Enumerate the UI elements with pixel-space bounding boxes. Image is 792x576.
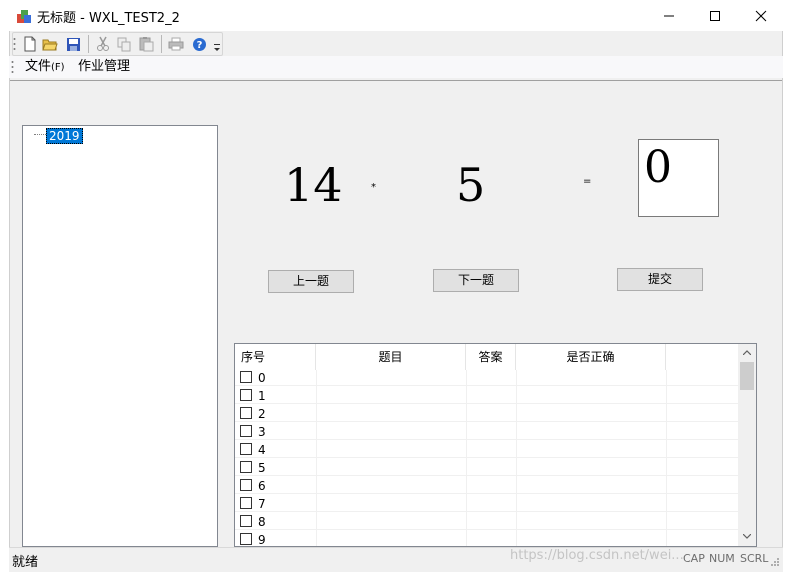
copy-icon	[117, 37, 130, 51]
print-icon	[168, 37, 184, 51]
row-index: 9	[258, 533, 266, 547]
new-file-button[interactable]	[21, 35, 39, 53]
row-index: 7	[258, 497, 266, 511]
column-header-empty[interactable]	[666, 344, 738, 370]
toolbar-separator	[88, 35, 89, 53]
window-title: 无标题 - WXL_TEST2_2	[37, 11, 180, 26]
background-window-edge-right	[783, 0, 792, 576]
row-divider	[235, 457, 738, 458]
prev-question-button[interactable]: 上一题	[268, 270, 354, 293]
row-index: 3	[258, 425, 266, 439]
submit-button[interactable]: 提交	[617, 268, 703, 291]
scrl-indicator: SCRL	[740, 552, 769, 565]
menubar-grip[interactable]	[11, 59, 14, 75]
resize-grip-icon	[771, 558, 779, 566]
row-divider	[235, 421, 738, 422]
row-index: 1	[258, 389, 266, 403]
save-icon	[66, 37, 80, 51]
cap-indicator: CAP	[683, 552, 705, 565]
svg-text:?: ?	[196, 40, 202, 51]
paste-icon	[139, 37, 153, 52]
copy-button[interactable]	[115, 35, 133, 53]
row-divider	[235, 511, 738, 512]
operand-2: 5	[456, 158, 486, 212]
row-index: 6	[258, 479, 266, 493]
toolbar-grip[interactable]	[13, 36, 16, 52]
scrollbar-thumb[interactable]	[740, 362, 754, 390]
operand-1: 14	[284, 158, 343, 212]
minimize-icon	[664, 15, 674, 16]
row-divider	[235, 439, 738, 440]
tree-node-2019[interactable]: 2019	[46, 128, 83, 144]
toolbar-separator	[161, 35, 162, 53]
save-button[interactable]	[64, 35, 82, 53]
column-divider	[666, 370, 667, 546]
help-icon: ?	[192, 37, 206, 51]
row-divider	[235, 403, 738, 404]
row-checkbox[interactable]	[240, 389, 252, 401]
column-header-index[interactable]: 序号	[235, 344, 316, 370]
maximize-button[interactable]	[692, 0, 738, 31]
maximize-icon	[710, 10, 720, 21]
print-button[interactable]	[167, 35, 185, 53]
tree-view[interactable]	[22, 125, 218, 547]
close-button[interactable]	[738, 0, 784, 31]
status-text: 就绪	[12, 555, 39, 570]
column-header-answer[interactable]: 答案	[466, 344, 516, 370]
row-checkbox[interactable]	[240, 443, 252, 455]
menu-file[interactable]: 文件(F)	[25, 57, 65, 77]
scroll-down-button[interactable]	[738, 528, 756, 545]
menu-file-label: 文件	[25, 59, 52, 74]
num-indicator: NUM	[709, 552, 735, 565]
row-divider	[235, 475, 738, 476]
scroll-up-button[interactable]	[738, 344, 756, 361]
row-checkbox[interactable]	[240, 533, 252, 545]
help-button[interactable]: ?	[190, 35, 208, 53]
resize-grip[interactable]	[770, 556, 780, 566]
row-checkbox[interactable]	[240, 407, 252, 419]
equals-sign: =	[583, 176, 592, 187]
app-icon[interactable]	[15, 7, 33, 25]
row-divider	[235, 385, 738, 386]
results-list[interactable]	[234, 343, 757, 547]
row-index: 4	[258, 443, 266, 457]
minimize-button[interactable]	[646, 0, 692, 31]
new-file-icon	[24, 36, 36, 52]
row-checkbox[interactable]	[240, 515, 252, 527]
chevron-up-icon	[743, 350, 751, 355]
menu-file-mnemonic: (F)	[51, 62, 65, 73]
cut-icon	[97, 36, 109, 51]
row-checkbox[interactable]	[240, 461, 252, 473]
answer-value: 0	[644, 142, 672, 193]
row-checkbox[interactable]	[240, 497, 252, 509]
menu-homework[interactable]: 作业管理	[78, 57, 130, 77]
operator: *	[371, 182, 376, 193]
column-header-correct[interactable]: 是否正确	[516, 344, 666, 370]
chevron-down-icon	[214, 44, 220, 51]
tree-connector	[34, 134, 46, 136]
row-divider	[235, 493, 738, 494]
row-index: 0	[258, 371, 266, 385]
row-checkbox[interactable]	[240, 425, 252, 437]
background-window-edge-left	[0, 0, 9, 576]
column-divider	[466, 370, 467, 546]
column-divider	[316, 370, 317, 546]
chevron-down-icon	[743, 534, 751, 539]
open-file-button[interactable]	[41, 35, 59, 53]
row-index: 5	[258, 461, 266, 475]
watermark: https://blog.csdn.net/wei...	[510, 548, 684, 563]
next-question-button[interactable]: 下一题	[433, 269, 519, 292]
row-divider	[235, 529, 738, 530]
toolbar-overflow-button[interactable]	[213, 42, 221, 52]
cut-button[interactable]	[94, 35, 112, 53]
column-header-question[interactable]: 题目	[316, 344, 466, 370]
open-folder-icon	[42, 39, 58, 51]
paste-button[interactable]	[137, 35, 155, 53]
row-checkbox[interactable]	[240, 479, 252, 491]
row-index: 8	[258, 515, 266, 529]
column-divider	[516, 370, 517, 546]
row-index: 2	[258, 407, 266, 421]
close-icon	[755, 10, 767, 21]
row-checkbox[interactable]	[240, 371, 252, 383]
